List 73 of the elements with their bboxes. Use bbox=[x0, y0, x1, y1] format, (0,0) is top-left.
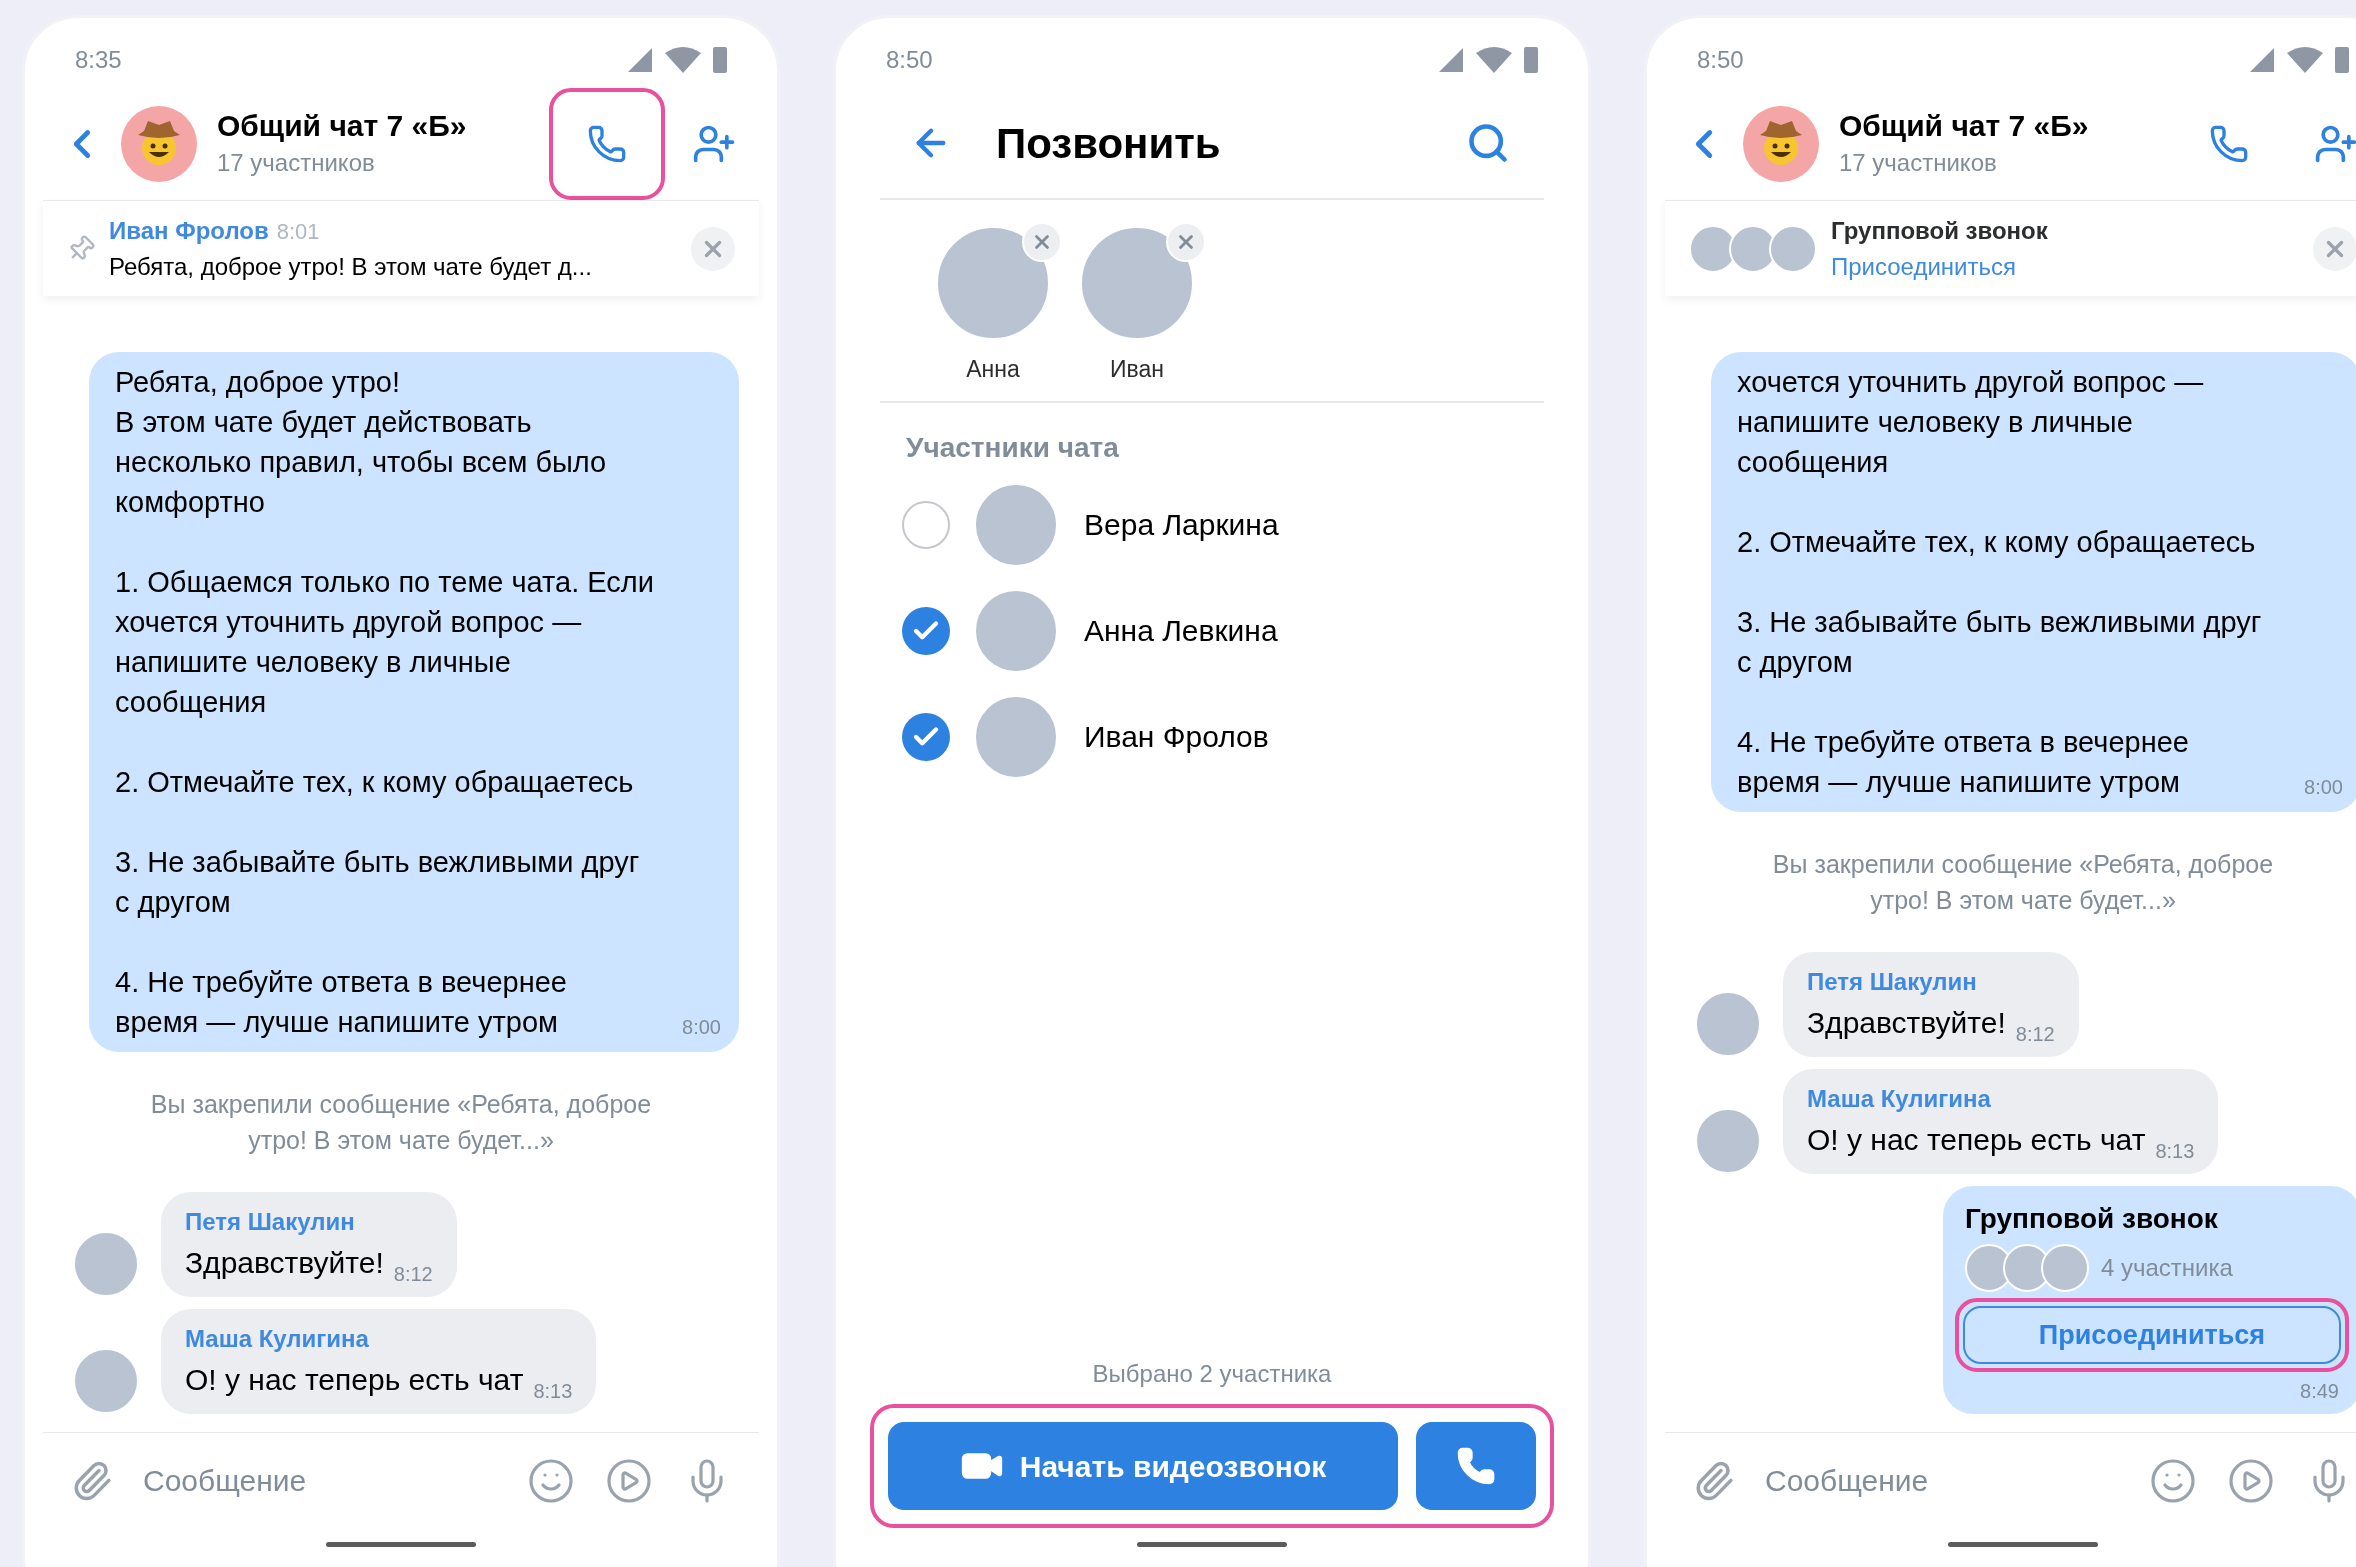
play-circle-icon[interactable] bbox=[2227, 1456, 2275, 1505]
chat-title: Общий чат 7 «Б» bbox=[1839, 108, 2090, 144]
message-text: хочется уточнить другой вопрос — напишите человеку в личные сообщения 2. Отмечайте тех, к кому обращаетесь 3. Не забывайте быть вежливыми друг с другом 4. Не требуйте ответа в вечернее время — лучше напишите утром bbox=[1737, 365, 2263, 800]
contact-row[interactable]: Анна Левкина bbox=[902, 588, 1522, 673]
message-author: Петя Шакулин bbox=[1807, 967, 1978, 997]
signal-icon bbox=[627, 47, 653, 73]
phone-icon bbox=[2209, 124, 2249, 164]
system-message: Вы закрепили сообщение «Ребята, доброе утро! В этом чате будет...» bbox=[150, 1089, 652, 1156]
call-button[interactable] bbox=[1416, 1422, 1536, 1510]
section-header: Участники чата bbox=[905, 430, 1120, 465]
contact-name: Вера Ларкина bbox=[1084, 507, 1279, 543]
message-author: Петя Шакулин bbox=[185, 1207, 356, 1237]
battery-icon bbox=[2335, 47, 2349, 73]
chat-subtitle: 17 участников bbox=[217, 148, 376, 178]
search-icon bbox=[1466, 121, 1510, 165]
close-button[interactable] bbox=[691, 226, 735, 271]
checkbox[interactable] bbox=[902, 712, 950, 761]
close-button[interactable] bbox=[2313, 226, 2356, 271]
emoji-icon[interactable] bbox=[2149, 1456, 2197, 1505]
selection-summary: Выбрано 2 участника bbox=[1091, 1359, 1333, 1389]
contact-row[interactable]: Вера Ларкина bbox=[902, 482, 1522, 567]
contact-name: Иван Фролов bbox=[1084, 719, 1269, 755]
screen-title: Позвонить bbox=[996, 118, 1222, 169]
wifi-icon bbox=[665, 47, 701, 73]
message-text: Ребята, доброе утро! В этом чате будет действовать несколько правил, чтобы всем было комфортно 1. Общаемся только по теме чата. Если хочется уточнить другой вопрос — напишите человеку в личные сообщения 2. Отмечайте тех, к кому обращаетесь 3. Не забывайте быть вежливыми друг с другом 4. Не требуйте ответа в вечернее время — лучше напишите утром bbox=[115, 365, 655, 1040]
status-time: 8:50 bbox=[1697, 45, 1744, 75]
message-time: 8:13 bbox=[533, 1379, 573, 1404]
participants-count: 4 участника bbox=[2101, 1253, 2233, 1283]
message-time: 8:13 bbox=[2155, 1139, 2195, 1164]
play-circle-icon[interactable] bbox=[605, 1456, 653, 1505]
call-title: Групповой звонок bbox=[1831, 215, 2049, 246]
signal-icon bbox=[1438, 47, 1464, 73]
selected-name: Анна bbox=[966, 355, 1020, 384]
chat-title: Общий чат 7 «Б» bbox=[217, 108, 468, 144]
pinned-message-bar[interactable]: Иван Фролов 8:01 Ребята, доброе утро! В этом чате будет д... bbox=[43, 200, 759, 296]
checkbox[interactable] bbox=[902, 500, 950, 549]
message-text: О! у нас теперь есть чат bbox=[185, 1362, 524, 1398]
message-author: Маша Кулигина bbox=[185, 1324, 370, 1354]
join-call-link[interactable]: Присоединиться bbox=[1831, 248, 2299, 285]
message-input[interactable]: Сообщение bbox=[1765, 1458, 2119, 1503]
message-text: Здравствуйте! bbox=[185, 1245, 384, 1281]
pinned-author: Иван Фролов bbox=[109, 215, 269, 246]
selected-name: Иван bbox=[1110, 355, 1164, 384]
message-time: 8:49 bbox=[2300, 1379, 2339, 1404]
emoji-icon[interactable] bbox=[527, 1456, 575, 1505]
message-time: 8:00 bbox=[682, 1015, 721, 1040]
checkbox[interactable] bbox=[902, 606, 950, 655]
phone-icon bbox=[587, 124, 627, 164]
contact-row[interactable]: Иван Фролов bbox=[902, 694, 1522, 779]
pinned-time: 8:01 bbox=[276, 217, 320, 246]
system-message: Вы закрепили сообщение «Ребята, доброе утро! В этом чате будет...» bbox=[1772, 849, 2274, 916]
battery-icon bbox=[1524, 47, 1538, 73]
message-author: Маша Кулигина bbox=[1807, 1084, 1992, 1114]
group-call-bar[interactable]: Групповой звонок Присоединиться bbox=[1665, 200, 2356, 296]
video-call-button[interactable]: Начать видеозвонок bbox=[888, 1422, 1398, 1510]
pinned-text: Ребята, доброе утро! В этом чате будет д... bbox=[109, 251, 593, 282]
signal-icon bbox=[2249, 47, 2275, 73]
status-time: 8:50 bbox=[886, 45, 933, 75]
chat-subtitle: 17 участников bbox=[1839, 148, 1998, 178]
wifi-icon bbox=[1476, 47, 1512, 73]
battery-icon bbox=[713, 47, 727, 73]
message-input[interactable]: Сообщение bbox=[143, 1458, 497, 1503]
message-time: 8:12 bbox=[393, 1262, 433, 1287]
call-title: Групповой звонок bbox=[1964, 1202, 2219, 1236]
contact-name: Анна Левкина bbox=[1084, 613, 1278, 649]
avatar-photo bbox=[2041, 1244, 2089, 1292]
wifi-icon bbox=[2287, 47, 2323, 73]
phone-icon bbox=[1456, 1446, 1496, 1486]
message-text: О! у нас теперь есть чат bbox=[1807, 1122, 2146, 1158]
status-time: 8:35 bbox=[75, 45, 122, 75]
message-time: 8:00 bbox=[2304, 775, 2343, 800]
message-time: 8:12 bbox=[2015, 1022, 2055, 1047]
message-text: Здравствуйте! bbox=[1807, 1005, 2006, 1041]
